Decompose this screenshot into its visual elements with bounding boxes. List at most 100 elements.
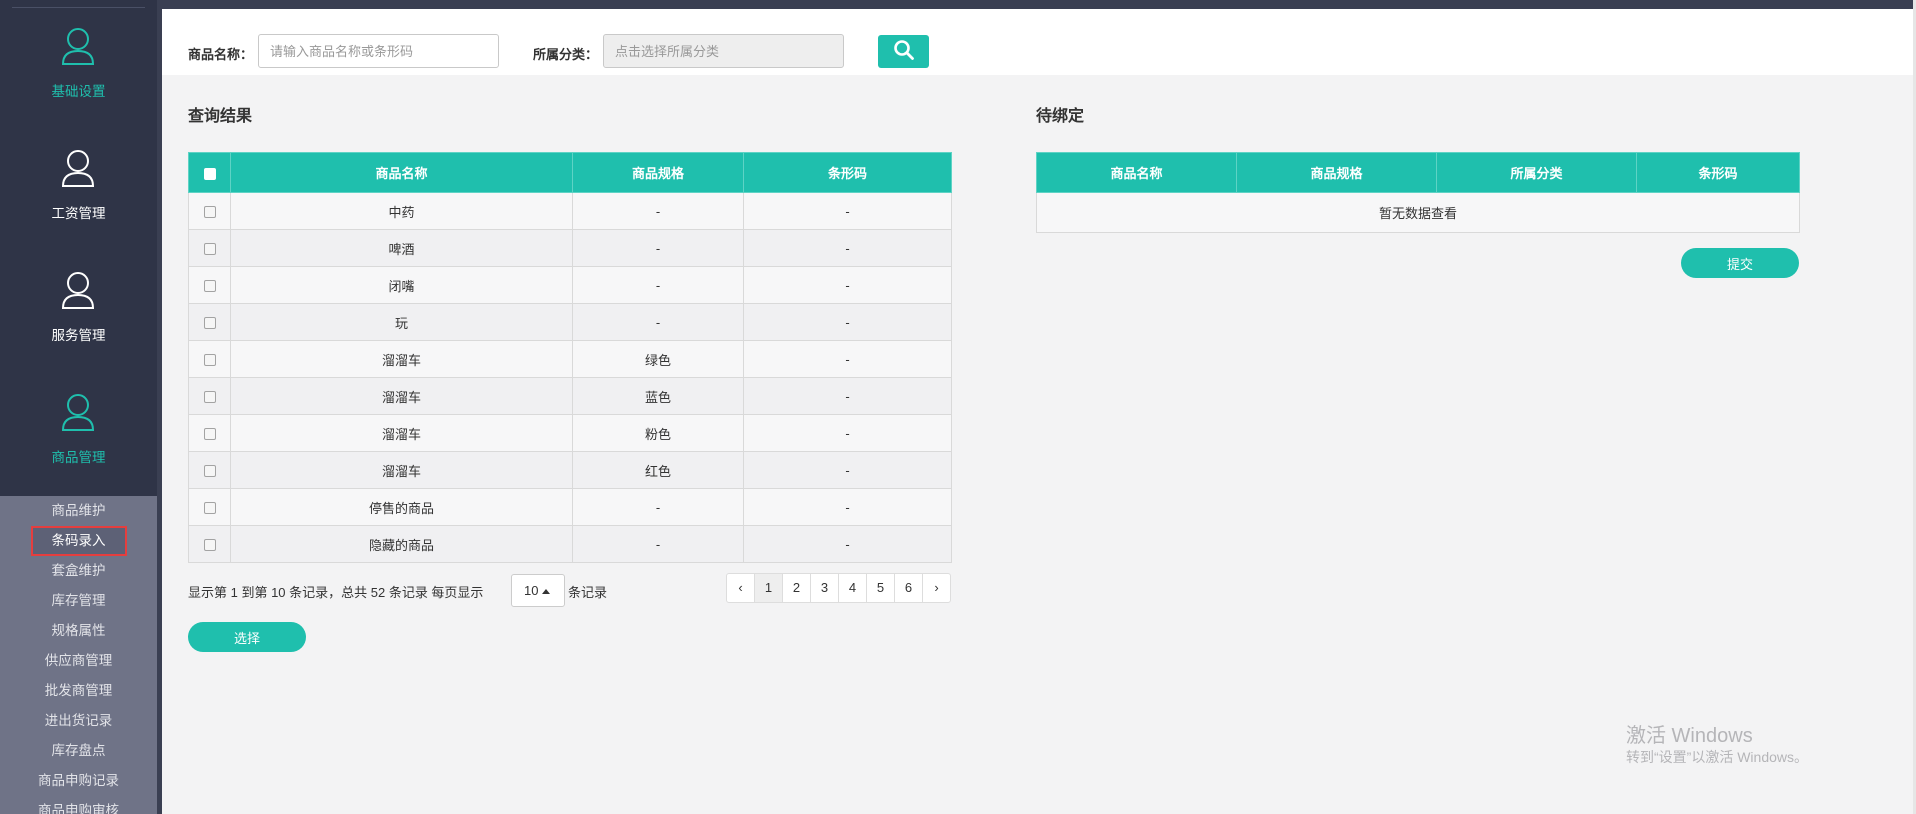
cell-spec: - — [572, 525, 744, 563]
submenu-item[interactable]: 供应商管理 — [0, 646, 157, 676]
table-row[interactable]: 玩-- — [188, 303, 952, 341]
table-row[interactable]: 溜溜车 粉色 - — [188, 414, 952, 452]
caret-up-icon — [542, 589, 551, 595]
column-header[interactable]: 商品规格 — [1236, 152, 1437, 193]
row-checkbox[interactable] — [203, 502, 216, 515]
column-header[interactable]: 商品名称 — [230, 152, 573, 193]
cell-barcode: - — [743, 525, 952, 563]
cell-spec: - — [572, 488, 744, 526]
user-icon — [61, 150, 95, 187]
submenu-item[interactable]: 库存管理 — [0, 586, 157, 616]
submit-button[interactable]: 提交 — [1681, 248, 1799, 278]
submenu-item-label: 条码录入 — [30, 526, 127, 556]
cell-spec: - — [572, 192, 744, 230]
product-name-input[interactable] — [258, 34, 499, 68]
table-row[interactable]: 溜溜车 红色 - — [188, 451, 952, 489]
row-checkbox[interactable] — [203, 280, 216, 293]
page-button[interactable]: 2 — [782, 573, 811, 603]
cell-barcode: - — [743, 451, 952, 489]
table-row[interactable]: 中药 - - — [188, 192, 952, 230]
select-all-cell — [188, 152, 231, 193]
column-header[interactable]: 商品规格 — [572, 152, 744, 193]
nav-service-management[interactable]: 服务管理 — [0, 244, 157, 366]
results-title: 查询结果 — [188, 108, 253, 125]
table-header-row: 商品名称 商品规格 所属分类 条形码 — [1036, 152, 1800, 193]
cell-spec: - — [572, 266, 744, 304]
row-checkbox[interactable] — [203, 539, 216, 552]
cell-spec: - — [572, 303, 744, 341]
column-header[interactable]: 所属分类 — [1436, 152, 1637, 193]
page-button[interactable]: 4 — [838, 573, 867, 603]
top-strip — [162, 0, 1916, 9]
submenu-item[interactable]: 商品维护 — [0, 496, 157, 526]
empty-message: 暂无数据查看 — [1036, 192, 1800, 233]
table-row[interactable]: 啤酒 - - — [188, 229, 952, 267]
page-button[interactable]: 5 — [866, 573, 895, 603]
cell-barcode: - — [743, 229, 952, 267]
submenu-item[interactable]: 套盒维护 — [0, 556, 157, 586]
page-next-button[interactable]: › — [922, 573, 951, 603]
submenu-item[interactable]: 批发商管理 — [0, 676, 157, 706]
row-checkbox[interactable] — [203, 317, 216, 330]
cell-spec: - — [572, 229, 744, 267]
table-row[interactable]: 闭嘴 - - — [188, 266, 952, 304]
cell-barcode: - — [743, 192, 952, 230]
column-header[interactable]: 商品名称 — [1036, 152, 1237, 193]
submenu-item-current[interactable]: 条码录入 — [0, 526, 157, 556]
nav-basic-settings[interactable]: 基础设置 — [0, 0, 157, 122]
nav-salary-management[interactable]: 工资管理 — [0, 122, 157, 244]
nav-label: 工资管理 — [51, 206, 106, 221]
cell-name: 中药 — [230, 192, 573, 230]
cell-name: 玩 — [230, 303, 573, 341]
nav-product-management[interactable]: 商品管理 — [0, 366, 157, 488]
search-button[interactable] — [878, 35, 929, 68]
cell-name: 溜溜车 — [230, 340, 573, 378]
submenu-item[interactable]: 库存盘点 — [0, 736, 157, 766]
user-icon — [61, 28, 95, 65]
cell-barcode: - — [743, 303, 952, 341]
row-checkbox[interactable] — [203, 243, 216, 256]
submenu-item[interactable]: 商品申购审核 — [0, 796, 157, 814]
table-row[interactable]: 停售的商品 - - — [188, 488, 952, 526]
column-header[interactable]: 条形码 — [1636, 152, 1800, 193]
page-size-select[interactable]: 10 — [511, 574, 565, 607]
page-prev-button[interactable]: ‹ — [726, 573, 755, 603]
pagination-info: 显示第 1 到第 10 条记录，总共 52 条记录 每页显示 — [188, 585, 484, 600]
category-select-input[interactable] — [603, 34, 844, 68]
activation-watermark-hint: 转到“设置”以激活 Windows。 — [1626, 749, 1809, 765]
cell-barcode: - — [743, 377, 952, 415]
pagination: ‹ 1 2 3 4 5 6 › — [726, 573, 951, 603]
select-all-checkbox[interactable] — [203, 167, 216, 180]
pending-table: 商品名称 商品规格 所属分类 条形码 暂无数据查看 — [1036, 152, 1800, 233]
page-button-current[interactable]: 1 — [754, 573, 783, 603]
row-checkbox[interactable] — [203, 428, 216, 441]
cell-spec: 红色 — [572, 451, 744, 489]
page-button[interactable]: 6 — [894, 573, 923, 603]
submenu-item[interactable]: 进出货记录 — [0, 706, 157, 736]
search-icon — [893, 40, 914, 60]
column-header[interactable]: 条形码 — [743, 152, 952, 193]
table-row[interactable]: 溜溜车 绿色 - — [188, 340, 952, 378]
select-button[interactable]: 选择 — [188, 622, 306, 652]
row-checkbox[interactable] — [203, 465, 216, 478]
empty-row: 暂无数据查看 — [1036, 192, 1800, 233]
cell-name: 溜溜车 — [230, 451, 573, 489]
table-row[interactable]: 溜溜车 蓝色 - — [188, 377, 952, 415]
nav-label: 服务管理 — [51, 328, 106, 343]
submenu-item[interactable]: 商品申购记录 — [0, 766, 157, 796]
row-checkbox[interactable] — [203, 206, 216, 219]
table-header-row: 商品名称 商品规格 条形码 — [188, 152, 952, 193]
row-checkbox[interactable] — [203, 391, 216, 404]
results-table: 商品名称 商品规格 条形码 中药 - - 啤酒 - - 闭嘴 - - 玩-- 溜溜车 绿色 - … — [188, 152, 952, 563]
product-submenu: 商品维护 条码录入 套盒维护 库存管理 规格属性 供应商管理 批发商管理 进出货… — [0, 496, 157, 814]
row-checkbox[interactable] — [203, 354, 216, 367]
nav-label: 基础设置 — [51, 84, 106, 99]
submenu-item[interactable]: 规格属性 — [0, 616, 157, 646]
cell-name: 溜溜车 — [230, 377, 573, 415]
cell-name: 隐藏的商品 — [230, 525, 573, 563]
pending-title: 待绑定 — [1036, 108, 1085, 125]
cell-barcode: - — [743, 266, 952, 304]
cell-barcode: - — [743, 340, 952, 378]
page-button[interactable]: 3 — [810, 573, 839, 603]
table-row[interactable]: 隐藏的商品 - - — [188, 525, 952, 563]
